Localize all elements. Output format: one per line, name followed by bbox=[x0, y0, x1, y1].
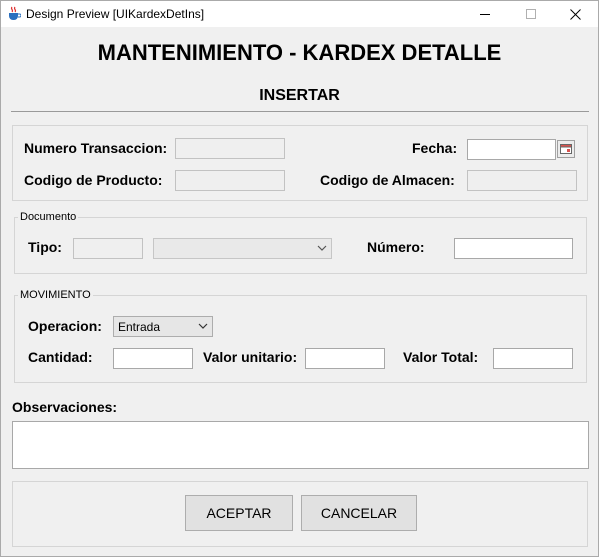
fecha-field[interactable] bbox=[467, 139, 556, 160]
valor-total-field[interactable] bbox=[493, 348, 573, 369]
cancel-button[interactable]: CANCELAR bbox=[301, 495, 417, 531]
codigo-almacen-field[interactable] bbox=[467, 170, 577, 191]
valor-unitario-field[interactable] bbox=[305, 348, 385, 369]
accept-button[interactable]: ACEPTAR bbox=[185, 495, 293, 531]
codigo-almacen-label: Codigo de Almacen: bbox=[320, 172, 455, 188]
minimize-icon bbox=[480, 14, 490, 15]
tipo-field[interactable] bbox=[73, 238, 143, 259]
actions-panel bbox=[12, 481, 588, 547]
fecha-label: Fecha: bbox=[412, 140, 458, 156]
codigo-producto-label: Codigo de Producto: bbox=[24, 172, 163, 188]
movimiento-legend: MOVIMIENTO bbox=[18, 289, 93, 301]
calendar-icon bbox=[560, 144, 572, 154]
tipo-label: Tipo: bbox=[28, 239, 62, 255]
codigo-producto-field[interactable] bbox=[175, 170, 285, 191]
cantidad-label: Cantidad: bbox=[28, 349, 93, 365]
header-divider bbox=[11, 111, 589, 112]
dialog-window: Design Preview [UIKardexDetIns] MANTENIM… bbox=[0, 0, 599, 557]
window-title: Design Preview [UIKardexDetIns] bbox=[26, 7, 205, 21]
date-picker-button[interactable] bbox=[557, 140, 575, 158]
observaciones-textarea[interactable] bbox=[12, 421, 589, 469]
tipo-dropdown[interactable] bbox=[153, 238, 332, 259]
observaciones-label: Observaciones: bbox=[12, 399, 118, 415]
chevron-down-icon bbox=[317, 245, 327, 251]
chevron-down-icon bbox=[198, 323, 208, 329]
close-icon bbox=[569, 8, 581, 20]
numero-field[interactable] bbox=[454, 238, 573, 259]
title-bar[interactable]: Design Preview [UIKardexDetIns] bbox=[1, 1, 598, 27]
page-title: MANTENIMIENTO - KARDEX DETALLE bbox=[97, 40, 502, 65]
close-button[interactable] bbox=[552, 1, 598, 27]
maximize-button[interactable] bbox=[508, 1, 554, 27]
movimiento-panel bbox=[14, 295, 587, 383]
valor-total-label: Valor Total: bbox=[403, 349, 479, 365]
maximize-icon bbox=[526, 9, 536, 19]
operacion-label: Operacion: bbox=[28, 318, 102, 334]
valor-unitario-label: Valor unitario: bbox=[203, 349, 298, 365]
operacion-dropdown[interactable]: Entrada bbox=[113, 316, 213, 337]
minimize-button[interactable] bbox=[462, 1, 508, 27]
java-cup-icon bbox=[7, 6, 22, 21]
cantidad-field[interactable] bbox=[113, 348, 193, 369]
numero-transaccion-label: Numero Transaccion: bbox=[24, 140, 168, 156]
operacion-dropdown-value: Entrada bbox=[118, 320, 161, 334]
numero-transaccion-field[interactable] bbox=[175, 138, 285, 159]
page-subtitle: INSERTAR bbox=[259, 87, 340, 104]
documento-legend: Documento bbox=[18, 211, 79, 223]
numero-label: Número: bbox=[367, 239, 425, 255]
